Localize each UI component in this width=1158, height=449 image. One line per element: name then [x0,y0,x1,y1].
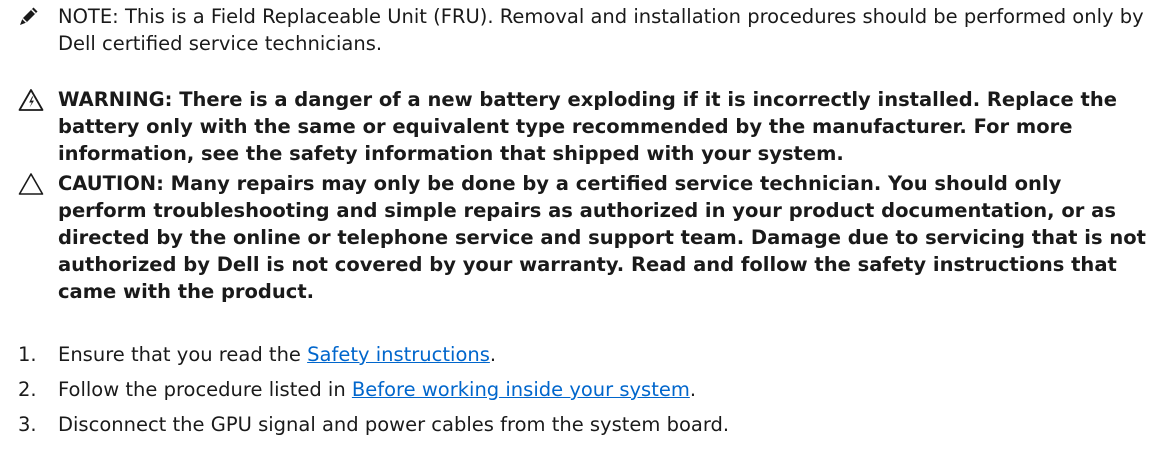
step-text-after: . [489,343,497,366]
step-text: Follow the procedure listed in Before wo… [58,376,696,403]
caution-text: CAUTION: Many repairs may only be done b… [58,172,1146,303]
list-item: 2. Follow the procedure listed in Before… [0,376,1158,411]
note-text: NOTE: This is a Field Replaceable Unit (… [58,3,1148,57]
document-page: NOTE: This is a Field Replaceable Unit (… [0,0,1158,449]
list-item: 3. Disconnect the GPU signal and power c… [0,411,1158,446]
warning-text: WARNING: There is a danger of a new batt… [58,88,1117,165]
note-label: NOTE: [58,5,119,28]
step-number: 2. [18,378,37,401]
step-text: Ensure that you read the Safety instruct… [58,341,496,368]
step-number: 3. [18,413,37,436]
note-body: This is a Field Replaceable Unit (FRU). … [58,5,1144,55]
step-text-after: . [689,378,697,401]
pencil-icon [18,5,40,34]
safety-instructions-link[interactable]: Safety instructions [307,343,490,366]
step-text: Disconnect the GPU signal and power cabl… [58,413,730,436]
caution-triangle-icon [18,172,44,203]
warning-triangle-icon [18,88,44,119]
before-working-inside-link[interactable]: Before working inside your system [352,378,690,401]
procedure-steps: 1. Ensure that you read the Safety instr… [0,341,1158,446]
list-item: 1. Ensure that you read the Safety instr… [0,341,1158,376]
step-text-before: Ensure that you read the [58,343,308,366]
step-number: 1. [18,343,37,366]
step-text-before: Follow the procedure listed in [58,378,352,401]
